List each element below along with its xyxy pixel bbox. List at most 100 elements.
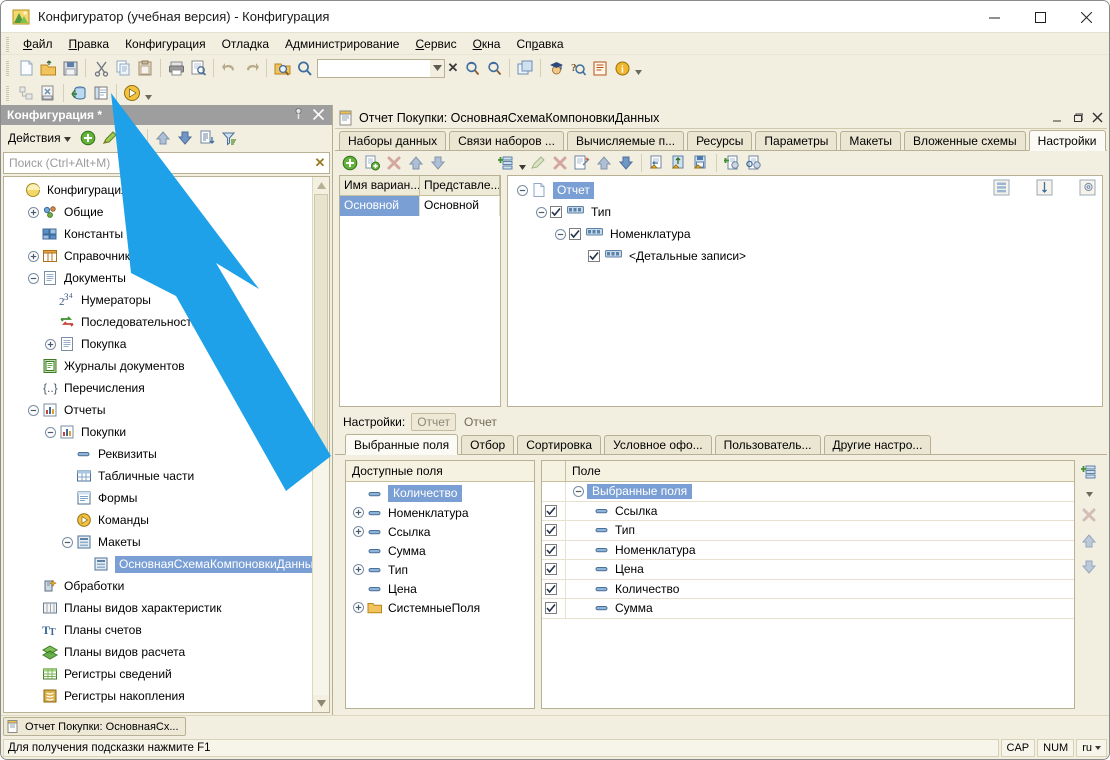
find-previous-icon[interactable] bbox=[483, 57, 505, 79]
available-field-item[interactable]: Тип bbox=[346, 560, 534, 579]
new-document-icon[interactable] bbox=[15, 57, 37, 79]
start-debug-icon[interactable] bbox=[121, 82, 143, 104]
tree-item[interactable]: Конфигурация bbox=[4, 179, 312, 201]
scroll-up-button[interactable] bbox=[313, 177, 329, 194]
configuration-tree-scrollbar[interactable] bbox=[312, 177, 329, 712]
copy-icon[interactable] bbox=[112, 57, 134, 79]
edit-pencil-icon[interactable] bbox=[99, 127, 121, 149]
tree-item[interactable]: {..} Перечисления bbox=[4, 377, 312, 399]
row-field-cell[interactable]: Цена bbox=[566, 560, 1074, 579]
syntax-assistant-icon[interactable] bbox=[589, 57, 611, 79]
add-group-caret-icon[interactable] bbox=[517, 152, 527, 174]
caret-icon[interactable] bbox=[1085, 486, 1093, 500]
row-field-cell[interactable]: Сумма bbox=[566, 599, 1074, 618]
group-settings-icon[interactable] bbox=[993, 179, 1010, 199]
info-icon[interactable]: i bbox=[611, 57, 633, 79]
sub-tab-1[interactable]: Отбор bbox=[461, 435, 515, 454]
menu-service[interactable]: Сервис bbox=[407, 35, 464, 53]
collapse-minus-icon[interactable] bbox=[27, 404, 40, 417]
sub-tab-3[interactable]: Условное офо... bbox=[604, 435, 712, 454]
filter-icon[interactable] bbox=[218, 127, 240, 149]
sub-tab-4[interactable]: Пользователь... bbox=[714, 435, 821, 454]
toolbar-grip[interactable] bbox=[5, 60, 12, 76]
row-field-cell[interactable]: Тип bbox=[566, 521, 1074, 540]
expand-plus-icon[interactable] bbox=[44, 338, 57, 351]
row-field-cell[interactable]: Количество bbox=[566, 580, 1074, 599]
available-field-item[interactable]: Цена bbox=[346, 579, 534, 598]
tab-0[interactable]: Наборы данных bbox=[339, 131, 447, 150]
find-next-icon[interactable] bbox=[461, 57, 483, 79]
row-checkbox-cell[interactable] bbox=[542, 540, 566, 559]
table-row[interactable]: Цена bbox=[542, 560, 1074, 580]
delete-icon[interactable] bbox=[1081, 507, 1097, 526]
tree-item[interactable]: Константы bbox=[4, 223, 312, 245]
row-checkbox-cell[interactable] bbox=[542, 579, 566, 598]
properties-icon[interactable] bbox=[1079, 179, 1096, 199]
structure-tree-item[interactable]: <Детальные записи> bbox=[508, 245, 1102, 267]
report-structure-tree[interactable]: Отчет Тип Номенклатура <Детальные записи> bbox=[507, 175, 1103, 407]
expand-plus-icon[interactable] bbox=[352, 563, 365, 576]
row-field-cell[interactable]: Номенклатура bbox=[566, 541, 1074, 560]
move-up-icon[interactable] bbox=[152, 127, 174, 149]
settings-sub-tabs[interactable]: Выбранные поля Отбор Сортировка Условное оф… bbox=[335, 433, 1107, 455]
tree-item[interactable]: Планы видов характеристик bbox=[4, 597, 312, 619]
tree-item[interactable]: Обработки bbox=[4, 575, 312, 597]
debug-overflow-caret-icon[interactable] bbox=[143, 82, 153, 104]
move-up-icon[interactable] bbox=[593, 152, 615, 174]
expand-plus-icon[interactable] bbox=[352, 601, 365, 614]
tab-2[interactable]: Вычисляемые п... bbox=[566, 131, 685, 150]
copy-add-icon[interactable] bbox=[361, 152, 383, 174]
move-down-icon[interactable] bbox=[174, 127, 196, 149]
expand-plus-icon[interactable] bbox=[27, 250, 40, 263]
status-language-selector[interactable]: ru bbox=[1076, 739, 1107, 757]
tree-item[interactable]: Последовательности bbox=[4, 311, 312, 333]
tab-4[interactable]: Параметры bbox=[755, 131, 838, 150]
menu-administration[interactable]: Администрирование bbox=[277, 35, 407, 53]
settings-chip[interactable]: Отчет bbox=[411, 413, 457, 431]
variants-column-header[interactable]: Представле... bbox=[420, 176, 500, 195]
print-preview-icon[interactable] bbox=[187, 57, 209, 79]
table-row[interactable]: Выбранные поля bbox=[542, 482, 1074, 502]
save-settings-icon[interactable] bbox=[690, 152, 712, 174]
menu-help[interactable]: Справка bbox=[508, 35, 571, 53]
variants-column-header[interactable]: Имя вариан... bbox=[340, 176, 420, 195]
add-property-icon[interactable] bbox=[721, 152, 743, 174]
combo-arrow-icon[interactable] bbox=[430, 59, 444, 77]
menu-configuration[interactable]: Конфигурация bbox=[117, 35, 214, 53]
document-tabs[interactable]: Наборы данных Связи наборов ... Вычисляемы… bbox=[335, 129, 1107, 151]
table-row[interactable]: Сумма bbox=[542, 599, 1074, 619]
cut-scissors-icon[interactable] bbox=[90, 57, 112, 79]
close-button[interactable] bbox=[1063, 1, 1109, 33]
row-checkbox-cell[interactable] bbox=[542, 560, 566, 579]
tree-item[interactable]: Формы bbox=[4, 487, 312, 509]
menu-debug[interactable]: Отладка bbox=[214, 35, 277, 53]
save-settings-up-icon[interactable] bbox=[668, 152, 690, 174]
tree-item[interactable]: Макеты bbox=[4, 531, 312, 553]
sub-tab-0[interactable]: Выбранные поля bbox=[345, 434, 459, 455]
copy-add-icon[interactable] bbox=[121, 127, 143, 149]
tab-7[interactable]: Настройки bbox=[1028, 130, 1106, 151]
tree-item[interactable]: Документы bbox=[4, 267, 312, 289]
table-row[interactable]: Тип bbox=[542, 521, 1074, 541]
sub-tab-5[interactable]: Другие настро... bbox=[823, 435, 932, 454]
search-magnifier-icon[interactable] bbox=[293, 57, 315, 79]
scrollbar-track[interactable] bbox=[313, 194, 329, 695]
available-fields-list[interactable]: Количество Номенклатура Ссылка Сумма Тип Цена… bbox=[346, 482, 534, 708]
available-field-item[interactable]: Сумма bbox=[346, 541, 534, 560]
variants-grid[interactable]: Имя вариан... Представле... Основной Основ… bbox=[339, 175, 501, 407]
dropdown-caret-icon[interactable] bbox=[1095, 746, 1101, 750]
collapse-minus-icon[interactable] bbox=[554, 228, 567, 241]
tree-item[interactable]: Регистры сведений bbox=[4, 663, 312, 685]
placement-icon[interactable] bbox=[1036, 179, 1053, 199]
tree-item[interactable]: T T Планы счетов bbox=[4, 619, 312, 641]
property-search-icon[interactable] bbox=[743, 152, 765, 174]
sub-tab-2[interactable]: Сортировка bbox=[517, 435, 602, 454]
collapse-minus-icon[interactable] bbox=[44, 426, 57, 439]
selected-fields-list[interactable]: Выбранные поля Ссылка Тип Номенклатура Цена К… bbox=[542, 482, 1074, 619]
row-checkbox-cell[interactable] bbox=[542, 521, 566, 540]
actions-caret-icon[interactable] bbox=[63, 131, 71, 145]
move-up-icon[interactable] bbox=[1081, 533, 1097, 552]
unload-config-icon[interactable] bbox=[37, 82, 59, 104]
table-row[interactable]: Количество bbox=[542, 579, 1074, 599]
open-folder-icon[interactable] bbox=[37, 57, 59, 79]
